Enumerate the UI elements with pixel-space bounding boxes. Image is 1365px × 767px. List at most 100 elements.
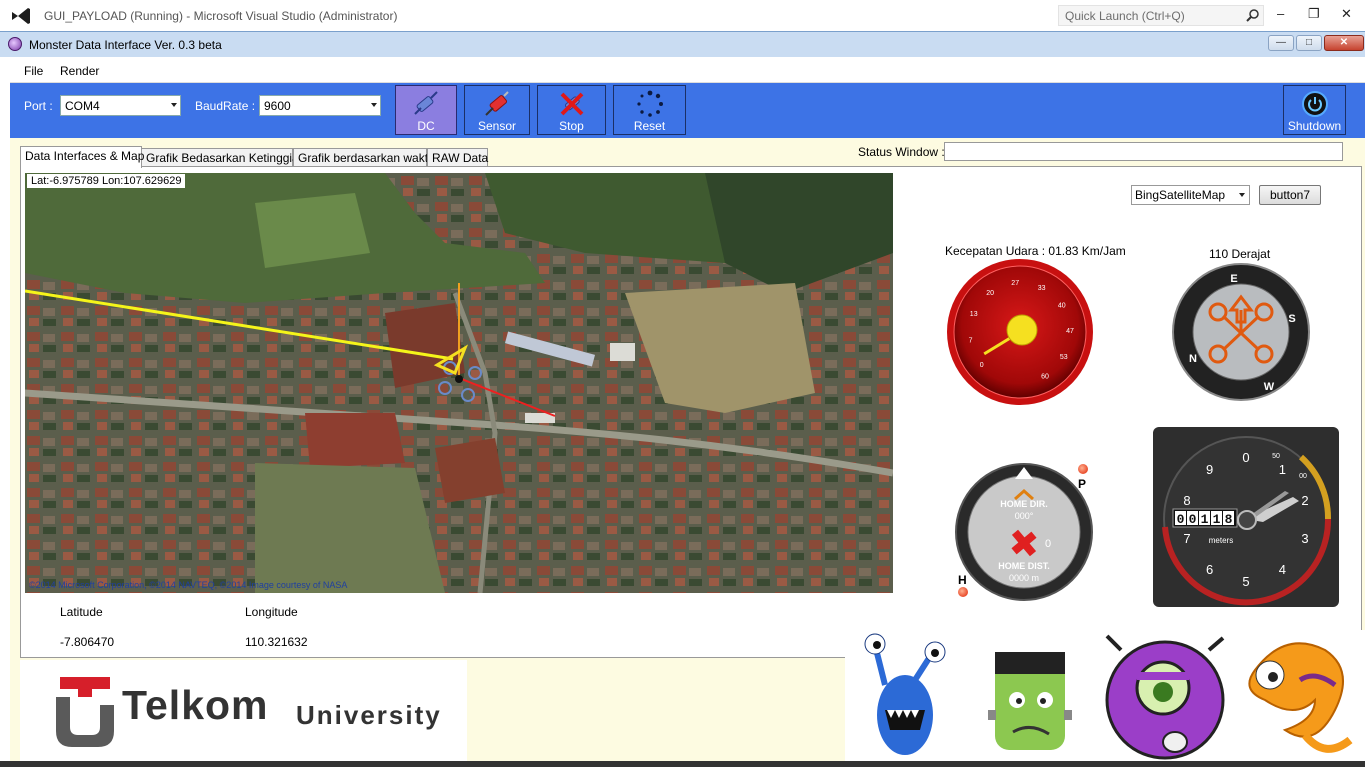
map-imagery (25, 173, 893, 593)
svg-text:S: S (1288, 313, 1295, 325)
button7[interactable]: button7 (1259, 185, 1321, 205)
altimeter-digit: 1 (1201, 512, 1209, 527)
visual-studio-logo-icon (12, 8, 30, 24)
toolbar: Port : COM4 BaudRate : 9600 DC Sensor St… (10, 83, 1365, 138)
monster-app-icon (8, 37, 22, 51)
baudrate-value: 9600 (264, 99, 291, 113)
altimeter-digit: 8 (1225, 512, 1233, 527)
altimeter-gauge: 0123456789 50 00 00118 meters (1153, 427, 1339, 607)
heading-compass: E S W N (1172, 263, 1310, 401)
tab-grafik-waktu[interactable]: Grafik berdasarkan waktu (293, 148, 435, 167)
data-interfaces-panel: Lat:-6.975789 Lon:107.629629 ©2014 Micro… (20, 166, 1362, 658)
dc-label: DC (417, 119, 435, 133)
altimeter-tick-label: 3 (1301, 531, 1308, 546)
airspeed-tick-label: 33 (1038, 285, 1046, 292)
tab-grafik-ketinggian[interactable]: Grafik Bedasarkan Ketinggian (141, 148, 305, 167)
airspeed-tick-label: 47 (1066, 328, 1074, 335)
chevron-down-icon (1239, 193, 1245, 197)
longitude-label: Longitude (245, 605, 298, 619)
home-zero: 0 (1045, 538, 1051, 550)
baudrate-select[interactable]: 9600 (259, 95, 381, 116)
telkom-logo-mark-icon (56, 677, 114, 747)
map-provider-value: BingSatelliteMap (1135, 188, 1226, 202)
port-select[interactable]: COM4 (60, 95, 181, 116)
app-title: Monster Data Interface Ver. 0.3 beta (29, 38, 222, 52)
quick-launch-placeholder: Quick Launch (Ctrl+Q) (1065, 9, 1185, 23)
tab-data-interfaces[interactable]: Data Interfaces & Map (20, 146, 144, 168)
satellite-map[interactable]: Lat:-6.975789 Lon:107.629629 ©2014 Micro… (25, 173, 893, 593)
heading-label: 110 Derajat (1209, 247, 1271, 261)
svg-text:N: N (1189, 353, 1197, 365)
vs-minimize-icon[interactable]: – (1277, 6, 1284, 21)
menu-file[interactable]: File (24, 64, 43, 78)
menu-render[interactable]: Render (60, 64, 99, 78)
altimeter-tick-label: 1 (1279, 462, 1286, 477)
home-dir-value: 000° (1015, 511, 1034, 521)
alt-sub-100: 00 (1299, 473, 1307, 480)
altimeter-digit: 0 (1177, 512, 1185, 527)
disconnect-plug-icon (414, 91, 438, 115)
app-maximize-button[interactable]: □ (1296, 35, 1322, 51)
map-provider-select[interactable]: BingSatelliteMap (1131, 185, 1250, 205)
app-close-button[interactable]: ✕ (1324, 35, 1364, 51)
monster-mascots (845, 630, 1365, 761)
altimeter-digit: 1 (1213, 512, 1221, 527)
latitude-label: Latitude (60, 605, 103, 619)
altimeter-tick-label: 2 (1301, 493, 1308, 508)
p-indicator-light (1078, 464, 1088, 474)
vs-close-icon[interactable]: ✕ (1341, 6, 1352, 22)
altimeter-tick-label: 6 (1206, 562, 1213, 577)
sensor-label: Sensor (477, 119, 517, 133)
airspeed-tick-label: 27 (1011, 280, 1019, 287)
dc-button[interactable]: DC (395, 85, 457, 135)
port-label: Port : (24, 99, 53, 113)
home-dist-value: 0000 m (1009, 573, 1039, 583)
altimeter-tick-label: 5 (1242, 574, 1249, 589)
altimeter-tick-label: 9 (1206, 462, 1213, 477)
shutdown-button[interactable]: Shutdown (1283, 85, 1346, 135)
sensor-button[interactable]: Sensor (464, 85, 530, 135)
tab-raw-data[interactable]: RAW Data (427, 148, 488, 167)
h-indicator-light (958, 587, 968, 597)
home-dist-label: HOME DIST. (998, 561, 1050, 571)
power-icon (1301, 91, 1328, 117)
quick-launch-input[interactable]: Quick Launch (Ctrl+Q) (1058, 5, 1264, 26)
home-dir-label: HOME DIR. (1000, 499, 1048, 509)
vs-window-title: GUI_PAYLOAD (Running) - Microsoft Visual… (44, 9, 398, 23)
menu-bar: File Render (10, 57, 1365, 83)
app-minimize-button[interactable]: — (1268, 35, 1294, 51)
airspeed-label: Kecepatan Udara : 01.83 Km/Jam (945, 244, 1126, 258)
altimeter-tick-label: 4 (1279, 562, 1286, 577)
chevron-down-icon (371, 103, 377, 107)
altimeter-tick-label: 7 (1183, 531, 1190, 546)
airspeed-tick-label: 7 (969, 338, 973, 345)
logo-sub-text: University (296, 700, 442, 730)
svg-text:W: W (1264, 381, 1275, 393)
stop-x-icon (560, 92, 583, 116)
alt-sub-50: 50 (1272, 453, 1280, 460)
status-window-label: Status Window : (858, 145, 945, 159)
app-title-bar: Monster Data Interface Ver. 0.3 beta — □… (0, 31, 1365, 57)
altimeter-tick-label: 8 (1183, 493, 1190, 508)
map-copyright: ©2014 Microsoft Corporation, ©2014 NAVTE… (29, 580, 348, 590)
footer-strip (0, 761, 1365, 767)
logo-brand-text: Telkom (122, 682, 269, 728)
stop-label: Stop (559, 119, 584, 133)
stop-button[interactable]: Stop (537, 85, 606, 135)
svg-text:E: E (1230, 273, 1237, 285)
altimeter-digit: 0 (1189, 512, 1197, 527)
telkom-university-logo: Telkom University (20, 660, 467, 767)
airspeed-tick-label: 40 (1058, 303, 1066, 310)
reset-button[interactable]: Reset (613, 85, 686, 135)
altimeter-tick-label: 0 (1242, 450, 1249, 465)
status-window-field[interactable] (944, 142, 1343, 161)
plug-icon (485, 91, 509, 116)
longitude-value: 110.321632 (245, 635, 308, 649)
shutdown-label: Shutdown (1287, 119, 1342, 133)
vs-title-bar: GUI_PAYLOAD (Running) - Microsoft Visual… (0, 0, 1365, 31)
vs-restore-icon[interactable]: ❐ (1308, 6, 1320, 22)
airspeed-tick-label: 53 (1060, 354, 1068, 361)
loading-spinner-icon (636, 90, 663, 117)
port-value: COM4 (65, 99, 100, 113)
h-indicator-label: H (958, 573, 967, 587)
